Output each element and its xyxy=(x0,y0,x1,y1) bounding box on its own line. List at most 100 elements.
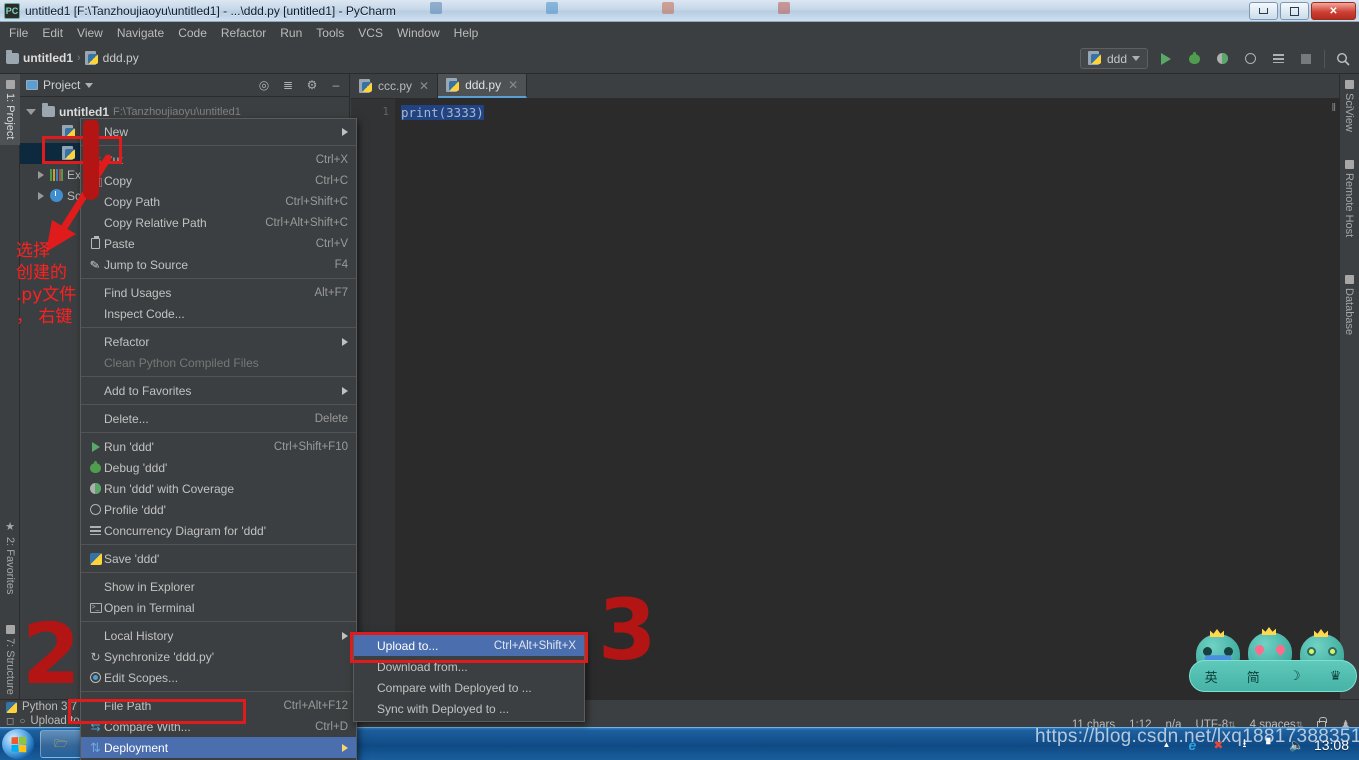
menu-vcs[interactable]: VCS xyxy=(351,24,390,42)
context-item-concurrency-diagram[interactable]: Concurrency Diagram for 'ddd' xyxy=(81,520,356,541)
ime-skin-button[interactable]: ♛ xyxy=(1330,668,1342,684)
context-item-copy-relative-path[interactable]: Copy Relative Path Ctrl+Alt+Shift+C xyxy=(81,212,356,233)
context-item-show-in-explorer[interactable]: Show in Explorer xyxy=(81,576,356,597)
menu-window[interactable]: Window xyxy=(390,24,447,42)
stop-process-icon[interactable]: ◻ xyxy=(6,716,14,727)
context-item-refactor[interactable]: Refactor xyxy=(81,331,356,352)
menu-code[interactable]: Code xyxy=(171,24,214,42)
python-icon xyxy=(87,552,104,565)
run-configuration-selector[interactable]: ddd xyxy=(1079,48,1148,69)
close-icon[interactable]: ✕ xyxy=(419,79,429,93)
context-item-file-path-accel: Ctrl+Alt+F12 xyxy=(283,699,348,712)
menu-help[interactable]: Help xyxy=(447,24,486,42)
chevron-right-icon xyxy=(342,631,348,640)
context-item-edit-scopes[interactable]: Edit Scopes... xyxy=(81,667,356,688)
context-item-debug[interactable]: Debug 'ddd' xyxy=(81,457,356,478)
context-item-synchronize[interactable]: ↻ Synchronize 'ddd.py' xyxy=(81,646,356,667)
collapse-all-icon[interactable]: ≣ xyxy=(281,78,295,92)
line-number: 1 xyxy=(382,105,389,118)
menu-tools[interactable]: Tools xyxy=(309,24,351,42)
context-item-add-to-favorites[interactable]: Add to Favorites xyxy=(81,380,356,401)
ime-moon-button[interactable]: ☽ xyxy=(1289,668,1301,684)
restore-button[interactable] xyxy=(1280,2,1309,20)
context-item-profile[interactable]: Profile 'ddd' xyxy=(81,499,356,520)
context-item-inspect-code[interactable]: Inspect Code... xyxy=(81,303,356,324)
profile-button[interactable] xyxy=(1240,49,1260,69)
run-button[interactable] xyxy=(1156,49,1176,69)
editor-tab-ccc[interactable]: ccc.py ✕ xyxy=(351,74,439,98)
gear-icon[interactable]: ⚙ xyxy=(305,78,319,92)
sidebar-item-database[interactable]: Database xyxy=(1339,269,1359,341)
context-item-find-usages[interactable]: Find Usages Alt+F7 xyxy=(81,282,356,303)
context-item-delete[interactable]: Delete... Delete xyxy=(81,408,356,429)
context-item-deployment[interactable]: ⇅ Deployment xyxy=(81,737,356,758)
context-item-clean-compiled-label: Clean Python Compiled Files xyxy=(104,355,259,370)
main-menu-bar: File Edit View Navigate Code Refactor Ru… xyxy=(0,22,1359,43)
menu-file[interactable]: File xyxy=(2,24,35,42)
close-icon[interactable]: ✕ xyxy=(508,78,518,92)
run-coverage-button[interactable] xyxy=(1212,49,1232,69)
stop-button[interactable] xyxy=(1296,49,1316,69)
sidebar-item-structure[interactable]: 7: Structure xyxy=(0,619,20,701)
target-icon[interactable]: ◎ xyxy=(257,78,271,92)
minimize-button[interactable] xyxy=(1249,2,1278,20)
context-item-local-history[interactable]: Local History xyxy=(81,625,356,646)
context-item-cut[interactable]: ✄ Cut Ctrl+X xyxy=(81,149,356,170)
taskbar-item-explorer[interactable]: 🗁 xyxy=(40,730,82,758)
code-editor[interactable]: print(3333) xyxy=(395,99,1339,699)
context-item-save[interactable]: Save 'ddd' xyxy=(81,548,356,569)
submenu-item-compare-with-deployed[interactable]: Compare with Deployed to ... xyxy=(354,677,584,698)
context-item-file-path[interactable]: File Path Ctrl+Alt+F12 xyxy=(81,695,356,716)
ime-floating-bar[interactable]: 英 简 ☽ ♛ xyxy=(1186,627,1359,694)
ime-language-button[interactable]: 英 xyxy=(1205,667,1218,686)
editor-tab-ddd[interactable]: ddd.py ✕ xyxy=(438,74,528,98)
context-item-compare-with[interactable]: ⇆ Compare With... Ctrl+D xyxy=(81,716,356,737)
ime-mode-bar[interactable]: 英 简 ☽ ♛ xyxy=(1189,660,1357,692)
submenu-item-download-from-label: Download from... xyxy=(377,659,468,674)
context-item-show-in-explorer-label: Show in Explorer xyxy=(104,579,195,594)
sidebar-item-project[interactable]: 1: Project xyxy=(0,74,20,146)
menu-edit[interactable]: Edit xyxy=(35,24,70,42)
concurrency-button[interactable] xyxy=(1268,49,1288,69)
debug-button[interactable] xyxy=(1184,49,1204,69)
context-item-copy-path[interactable]: Copy Path Ctrl+Shift+C xyxy=(81,191,356,212)
menu-run[interactable]: Run xyxy=(273,24,309,42)
sidebar-item-favorites[interactable]: ★ 2: Favorites xyxy=(0,514,20,600)
pencil-icon: ✎ xyxy=(89,256,102,273)
context-item-run[interactable]: Run 'ddd' Ctrl+Shift+F10 xyxy=(81,436,356,457)
toolbar-divider xyxy=(1324,49,1325,68)
breadcrumb-file[interactable]: ddd.py xyxy=(84,50,139,66)
breadcrumb-project[interactable]: untitled1 xyxy=(6,49,73,65)
context-item-paste[interactable]: Paste Ctrl+V xyxy=(81,233,356,254)
hide-icon[interactable]: – xyxy=(329,78,343,92)
menu-refactor[interactable]: Refactor xyxy=(214,24,273,42)
context-item-new[interactable]: New xyxy=(81,121,356,142)
sidebar-item-sciview[interactable]: SciView xyxy=(1339,74,1359,138)
menu-view[interactable]: View xyxy=(70,24,110,42)
submenu-item-download-from[interactable]: Download from... xyxy=(354,656,584,677)
context-item-clean-compiled: Clean Python Compiled Files xyxy=(81,352,356,373)
context-item-run-with-coverage[interactable]: Run 'ddd' with Coverage xyxy=(81,478,356,499)
submenu-item-sync-with-deployed[interactable]: Sync with Deployed to ... xyxy=(354,698,584,719)
project-panel-title-group[interactable]: Project xyxy=(26,78,94,92)
context-item-compare-with-accel: Ctrl+D xyxy=(315,720,348,733)
context-item-jump-to-source[interactable]: ✎ Jump to Source F4 xyxy=(81,254,356,275)
close-button[interactable]: ✕ xyxy=(1311,2,1356,20)
editor-tab-ccc-label: ccc.py xyxy=(378,79,413,93)
search-everywhere-button[interactable] xyxy=(1333,49,1353,69)
start-button[interactable] xyxy=(2,729,34,759)
sidebar-item-remote-host[interactable]: Remote Host xyxy=(1339,154,1359,243)
breadcrumb: untitled1 › ddd.py xyxy=(0,49,139,66)
paste-icon xyxy=(87,236,104,249)
ime-simplified-button[interactable]: 简 xyxy=(1247,667,1260,686)
play-icon xyxy=(1161,52,1171,65)
context-item-copy[interactable]: Copy Ctrl+C xyxy=(81,170,356,191)
context-item-paste-label: Paste xyxy=(104,236,135,251)
context-item-debug-label: Debug 'ddd' xyxy=(104,460,168,475)
windows-logo-icon xyxy=(11,736,26,752)
chevron-right-icon xyxy=(38,191,44,200)
submenu-item-upload-to[interactable]: Upload to... Ctrl+Alt+Shift+X xyxy=(354,635,584,656)
context-item-open-in-terminal[interactable]: >_ Open in Terminal xyxy=(81,597,356,618)
menu-navigate[interactable]: Navigate xyxy=(110,24,171,42)
run-toolbar: ddd xyxy=(1079,43,1353,74)
